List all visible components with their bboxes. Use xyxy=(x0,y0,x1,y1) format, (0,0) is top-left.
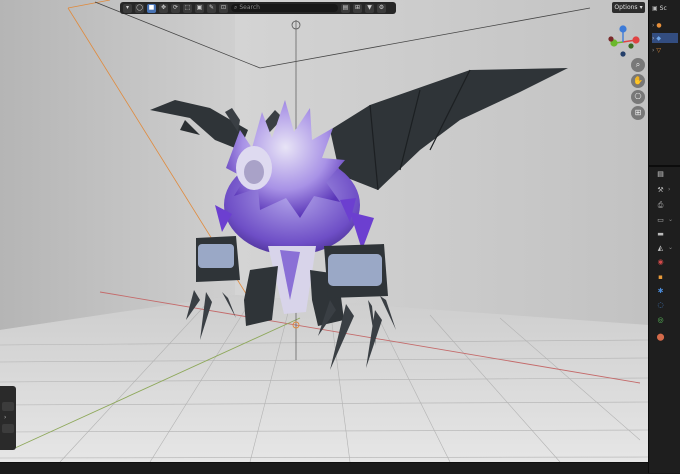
status-bar xyxy=(0,462,648,474)
overlay-icon[interactable]: ▤ xyxy=(341,3,350,13)
search-icon: ⌕ xyxy=(234,4,238,11)
filter-icon[interactable]: ▼ xyxy=(365,3,374,13)
outliner-row[interactable]: › ● xyxy=(652,20,678,30)
transform-icon[interactable]: ▣ xyxy=(195,3,204,13)
tool-icon[interactable]: ⚒ xyxy=(656,186,665,195)
rotate-icon[interactable]: ⟳ xyxy=(171,3,180,13)
outliner-row-selected[interactable]: › ◆ xyxy=(652,33,678,43)
chevron-right-icon: › xyxy=(4,414,7,421)
operator-field[interactable] xyxy=(2,424,14,433)
particles-icon[interactable]: ◌ xyxy=(656,301,665,310)
gizmo-x-axis xyxy=(632,36,640,44)
search-placeholder: Search xyxy=(239,4,260,11)
measure-icon[interactable]: ⊡ xyxy=(219,3,228,13)
adjust-last-operation-panel[interactable]: › xyxy=(0,386,16,450)
search-input[interactable]: ⌕ Search xyxy=(231,4,338,12)
collection-icon: ◆ xyxy=(656,34,662,42)
camera-object-icon: ▽ xyxy=(656,46,662,54)
move-icon[interactable]: ✥ xyxy=(159,3,168,13)
chevron-right-icon: › xyxy=(652,21,655,29)
view-layer-icon[interactable]: ▾ xyxy=(123,3,132,13)
3d-viewport[interactable]: ▾ ◯ ■ ✥ ⟳ ⬚ ▣ ✎ ⊡ ⌕ Search ▤ ⊞ ▼ ⚙ Optio… xyxy=(0,0,648,462)
operator-field[interactable] xyxy=(2,402,14,411)
world-icon[interactable]: ◉ xyxy=(656,258,665,267)
viewport-scene xyxy=(0,0,648,462)
chevron-right-icon: › xyxy=(668,186,671,193)
chevron-down-icon: ⌄ xyxy=(668,216,674,223)
editor-type-icon[interactable]: ▤ xyxy=(656,170,665,179)
view-layer-icon[interactable]: ▬ xyxy=(656,230,665,239)
viewport-header-toolbar: ▾ ◯ ■ ✥ ⟳ ⬚ ▣ ✎ ⊡ ⌕ Search ▤ ⊞ ▼ ⚙ xyxy=(120,2,396,14)
chevron-down-icon: ▾ xyxy=(639,4,643,11)
navigation-gizmo[interactable] xyxy=(603,22,643,62)
options-button[interactable]: Options ▾ xyxy=(612,2,645,13)
hand-pan-icon[interactable]: ✋ xyxy=(631,74,645,88)
physics-icon[interactable]: ◎ xyxy=(656,316,665,325)
object-icon[interactable]: ▪ xyxy=(656,273,665,282)
outliner-scene-label: Sc xyxy=(659,4,667,12)
cursor-icon[interactable]: ■ xyxy=(147,3,156,13)
settings-icon[interactable]: ⚙ xyxy=(377,3,386,13)
chevron-right-icon: › xyxy=(652,46,655,54)
zoom-icon[interactable]: ⌕ xyxy=(631,58,645,72)
chevron-down-icon: ⌄ xyxy=(668,244,674,251)
gizmo-icon[interactable]: ⊞ xyxy=(353,3,362,13)
light-object-icon: ● xyxy=(656,21,662,29)
select-box-icon[interactable]: ◯ xyxy=(135,3,144,13)
output-icon[interactable]: ▭ xyxy=(656,216,665,225)
render-icon[interactable]: ⎙ xyxy=(656,201,665,210)
options-label: Options xyxy=(614,4,638,11)
outliner-row[interactable]: › ▽ xyxy=(652,45,678,55)
scale-icon[interactable]: ⬚ xyxy=(183,3,192,13)
outliner-row[interactable]: ▣ Sc xyxy=(652,3,678,13)
editor-divider xyxy=(648,165,680,167)
modifier-icon[interactable]: ✱ xyxy=(656,287,665,296)
material-icon[interactable]: ⬤ xyxy=(656,333,665,342)
camera-icon[interactable]: ⎔ xyxy=(631,90,645,104)
chevron-right-icon: › xyxy=(652,34,655,42)
scene-icon: ▣ xyxy=(652,4,658,12)
grid-icon[interactable]: ⊞ xyxy=(631,106,645,120)
annotate-icon[interactable]: ✎ xyxy=(207,3,216,13)
scene-icon[interactable]: ◭ xyxy=(656,244,665,253)
gizmo-z-axis xyxy=(619,25,627,33)
